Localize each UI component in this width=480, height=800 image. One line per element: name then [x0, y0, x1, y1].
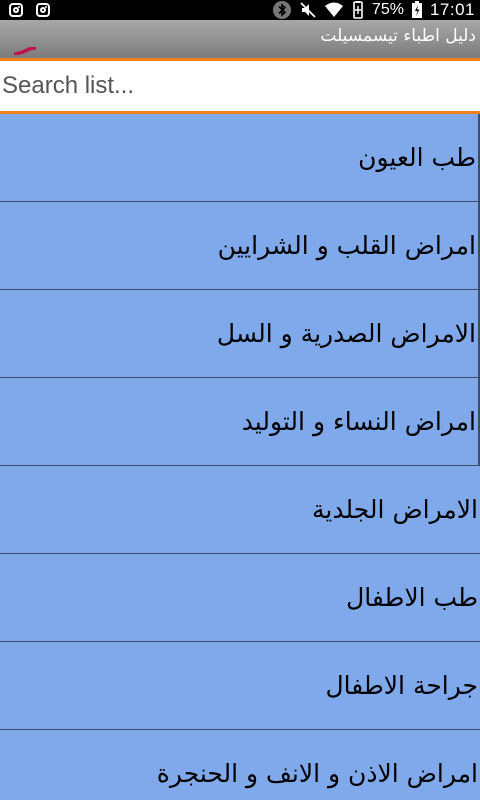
- list-item[interactable]: طب العيون: [0, 114, 480, 202]
- list-item[interactable]: الامراض الصدرية و السل: [0, 290, 480, 378]
- bluetooth-icon: [272, 0, 292, 20]
- search-box: [0, 61, 480, 114]
- list-item-label: طب العيون: [358, 143, 476, 172]
- title-bar: دليل اطباء تيسمسيلت: [0, 20, 480, 61]
- instagram-icon: [36, 3, 50, 17]
- list-item-label: الامراض الصدرية و السل: [216, 319, 476, 348]
- category-list: طب العيون امراض القلب و الشرايين الامراض…: [0, 114, 480, 800]
- status-bar: 75% 17:01: [0, 0, 480, 20]
- battery-percent: 75%: [371, 1, 404, 18]
- search-input[interactable]: [0, 61, 480, 111]
- list-item-label: امراض القلب و الشرايين: [217, 231, 476, 260]
- list-item-label: امراض الاذن و الانف و الحنجرة: [156, 759, 478, 788]
- mute-icon: [299, 1, 317, 19]
- list-item-label: جراحة الاطفال: [325, 671, 478, 700]
- battery-saver-icon: [351, 1, 365, 19]
- list-item-label: الامراض الجلدية: [312, 495, 478, 524]
- list-item[interactable]: جراحة الاطفال: [0, 642, 480, 730]
- list-item-label: طب الاطفال: [346, 583, 478, 612]
- list-item[interactable]: طب الاطفال: [0, 554, 480, 642]
- wifi-icon: [324, 1, 344, 19]
- app-title: دليل اطباء تيسمسيلت: [320, 26, 476, 46]
- instagram-icon: [9, 3, 23, 17]
- list-item[interactable]: الامراض الجلدية: [0, 466, 480, 554]
- list-item[interactable]: امراض الاذن و الانف و الحنجرة: [0, 730, 480, 800]
- clock: 17:01: [429, 0, 475, 19]
- list-item-label: امراض النساء و التوليد: [241, 407, 476, 436]
- battery-icon: [411, 1, 423, 19]
- list-item[interactable]: امراض القلب و الشرايين: [0, 202, 480, 290]
- status-left: [0, 3, 50, 17]
- status-right: 75% 17:01: [272, 0, 480, 20]
- list-item[interactable]: امراض النساء و التوليد: [0, 378, 480, 466]
- app-logo-icon: [13, 40, 37, 56]
